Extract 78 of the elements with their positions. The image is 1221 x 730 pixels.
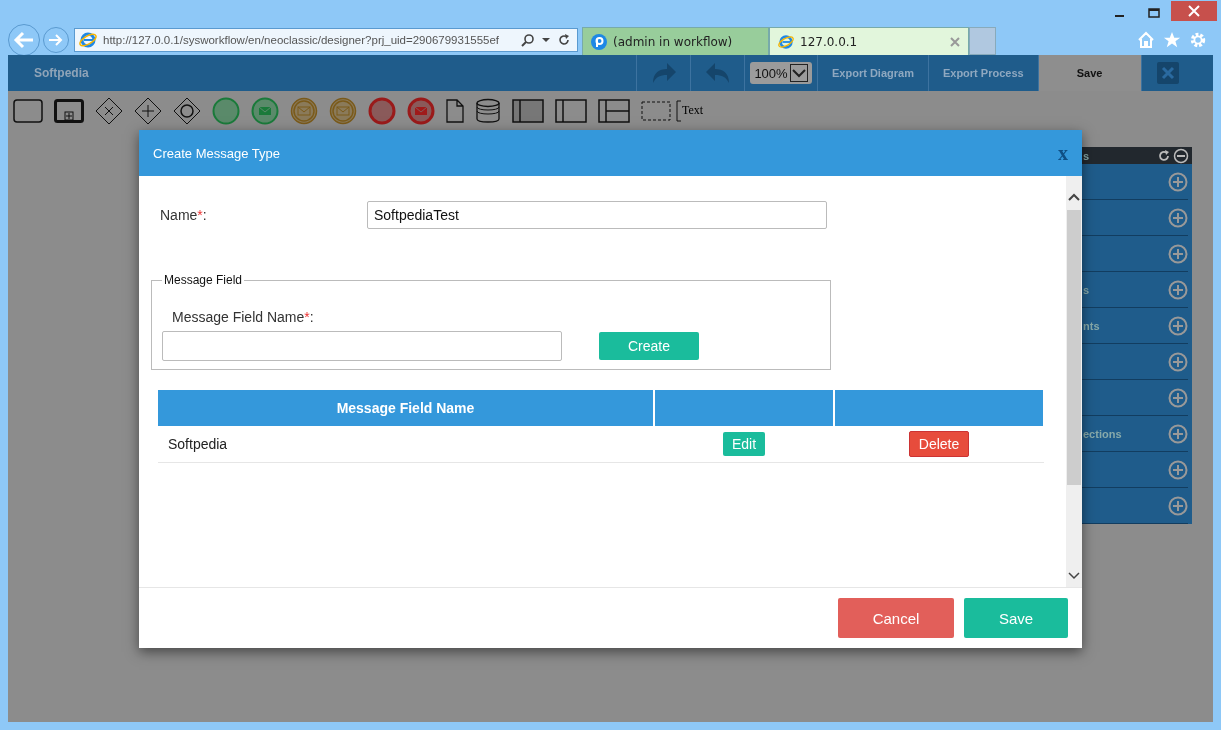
start-event-icon[interactable] — [212, 96, 240, 125]
add-icon[interactable] — [1168, 423, 1188, 444]
maximize-icon[interactable] — [1148, 7, 1160, 18]
star-icon[interactable] — [1163, 31, 1181, 49]
intermediate-message-event-icon[interactable] — [329, 96, 357, 125]
inclusive-gateway-icon[interactable] — [173, 96, 201, 125]
edit-button[interactable]: Edit — [722, 432, 766, 456]
end-message-event-icon[interactable] — [407, 96, 435, 125]
app-title: Softpedia — [33, 66, 90, 80]
browser-tab[interactable]: (admin in workflow) — [582, 27, 769, 55]
exclusive-gateway-icon[interactable] — [95, 96, 123, 125]
close-icon[interactable] — [1157, 62, 1180, 84]
add-icon[interactable] — [1168, 387, 1188, 408]
cancel-button[interactable]: Cancel — [838, 598, 954, 638]
browser-logo-icon — [79, 31, 97, 49]
close-tab-icon[interactable] — [950, 36, 960, 47]
group-icon[interactable] — [641, 100, 671, 121]
save-button[interactable]: Save — [1037, 55, 1141, 91]
refresh-icon[interactable] — [557, 33, 571, 47]
database-icon[interactable] — [475, 97, 501, 124]
panel-title: s — [1082, 149, 1090, 162]
add-icon[interactable] — [1168, 495, 1188, 516]
table-cell: Softpedia — [158, 426, 654, 463]
delete-button[interactable]: Delete — [908, 431, 970, 457]
new-tab-button[interactable] — [969, 27, 996, 55]
refresh-icon[interactable] — [1158, 149, 1170, 162]
panel-item-label: nts — [1082, 319, 1100, 332]
caret-icon — [789, 64, 808, 82]
intermediate-message-event-icon[interactable] — [290, 96, 318, 125]
end-event-icon[interactable] — [368, 96, 396, 125]
field-name-label: Message Field Name*: — [171, 309, 315, 325]
name-field[interactable]: SoftpediaTest — [367, 201, 827, 229]
add-icon[interactable] — [1168, 171, 1188, 192]
add-icon[interactable] — [1168, 315, 1188, 336]
app-logo-icon — [591, 33, 607, 50]
close-button[interactable] — [1171, 0, 1217, 21]
add-icon[interactable] — [1168, 351, 1188, 372]
document-icon[interactable] — [446, 98, 464, 123]
lanes-icon[interactable] — [598, 98, 630, 123]
export-button[interactable]: Export Process — [927, 55, 1038, 91]
subprocess-shape-icon[interactable] — [54, 98, 84, 123]
lane-icon[interactable] — [555, 98, 587, 123]
parallel-gateway-icon[interactable] — [134, 96, 162, 125]
add-icon[interactable] — [1168, 243, 1188, 264]
group-legend: Message Field — [162, 273, 245, 287]
pool-icon[interactable] — [512, 98, 544, 123]
add-icon[interactable] — [1168, 279, 1188, 300]
zoom-dropdown[interactable]: 100% — [750, 62, 812, 84]
text-annotation-tool[interactable]: Text — [682, 103, 704, 118]
redo-icon[interactable] — [650, 61, 677, 85]
start-message-event-icon[interactable] — [251, 96, 279, 125]
add-icon[interactable] — [1168, 459, 1188, 480]
home-icon[interactable] — [1137, 31, 1155, 49]
search-icon[interactable] — [521, 33, 535, 47]
scrollbar[interactable] — [1066, 176, 1082, 587]
scroll-up-icon[interactable] — [1068, 192, 1080, 202]
undo-icon[interactable] — [704, 61, 731, 85]
panel-item-label: ections — [1082, 427, 1122, 440]
task-shape-icon[interactable] — [13, 98, 43, 123]
collapse-icon[interactable] — [1173, 147, 1189, 164]
address-bar[interactable]: http://127.0.0.1/sysworkflow/en/neoclassic/designer?prj_uid=290679931555ef — [74, 28, 578, 52]
close-button[interactable]: x — [1058, 141, 1068, 165]
panel-item-label: s — [1082, 283, 1090, 296]
bracket-icon[interactable] — [676, 99, 682, 122]
browser-tab[interactable]: 127.0.0.1 — [769, 27, 969, 55]
export-button[interactable]: Export Diagram — [817, 55, 928, 91]
name-label: Name*: — [160, 207, 208, 223]
scroll-down-icon[interactable] — [1068, 571, 1080, 581]
browser-logo-icon — [778, 33, 794, 50]
save-button[interactable]: Save — [964, 598, 1068, 638]
close-icon[interactable] — [1188, 4, 1200, 17]
forward-arrow-icon[interactable] — [48, 33, 64, 47]
settings-icon[interactable] — [1189, 31, 1207, 49]
column-header: Message Field Name — [158, 390, 654, 426]
dialog-title: Create Message Type — [153, 145, 281, 161]
add-icon[interactable] — [1168, 207, 1188, 228]
create-button[interactable]: Create — [599, 332, 699, 360]
field-name-input[interactable] — [162, 331, 562, 361]
